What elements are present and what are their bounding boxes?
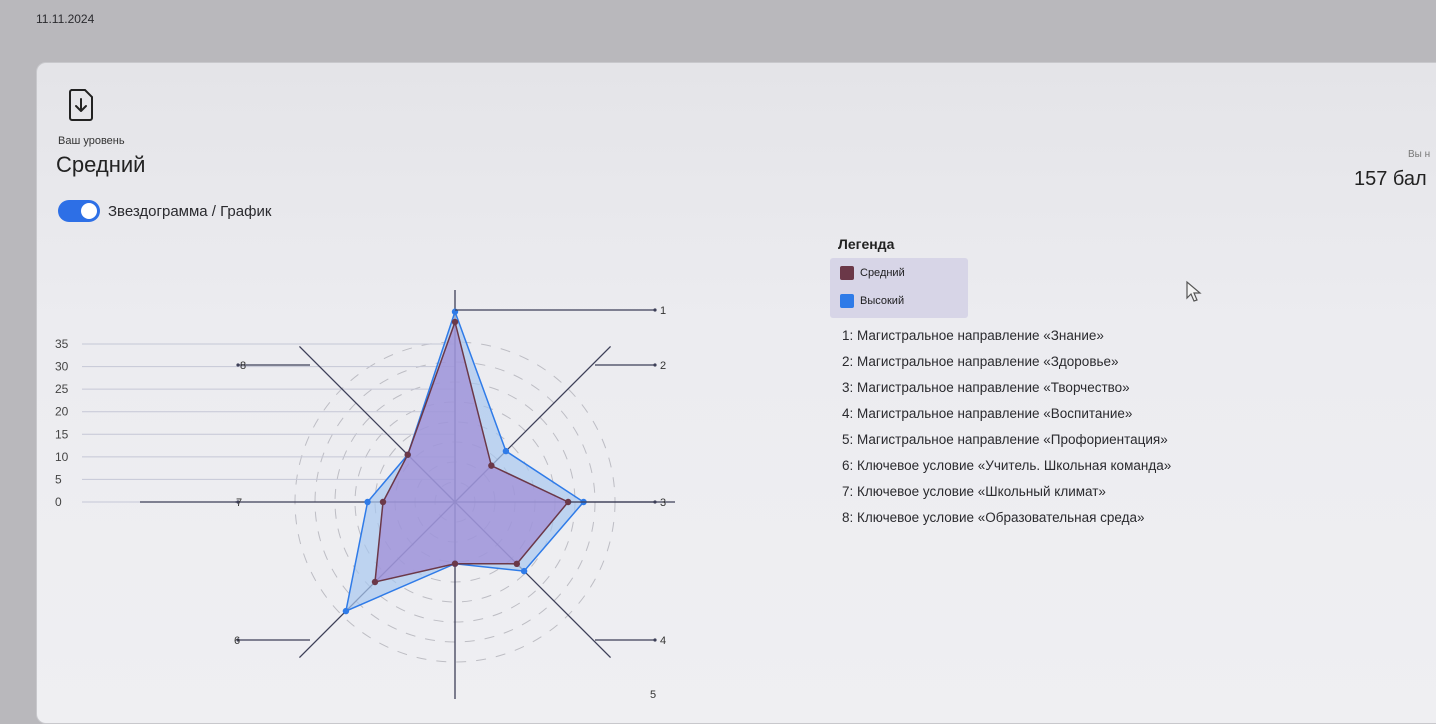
scale-tick-label: 25 [55,382,69,396]
axis-description: 7: Ключевое условие «Школьный климат» [842,484,1106,499]
data-point-medium [488,462,495,469]
legend-item-medium[interactable]: Средний [840,266,905,280]
axis-leader-dot [653,638,657,642]
axis-number-label: 3 [660,497,666,509]
data-point-medium [451,560,459,567]
scale-tick-label: 30 [55,360,69,374]
axis-leader-dot [653,500,657,504]
toggle-label: Звездограмма / График [108,202,272,220]
data-point-medium [513,560,521,568]
axis-number-label: 6 [234,635,240,647]
data-point-medium [451,318,459,326]
score-caption: Вы н [1408,149,1431,160]
legend-label-medium: Средний [860,267,905,279]
axis-number-label: 8 [240,360,246,372]
chart-view-toggle-row: Звездограмма / График [58,200,271,222]
axis-description: 2: Магистральное направление «Здоровье» [842,354,1119,369]
axis-number-label: 2 [660,360,666,372]
axis-description: 3: Магистральное направление «Творчество… [842,380,1130,395]
scale-tick-label: 10 [55,450,69,464]
mouse-cursor-icon [1186,280,1202,302]
axis-description: 4: Магистральное направление «Воспитание… [842,406,1133,421]
level-label: Ваш уровень [58,135,125,147]
download-file-icon[interactable] [66,88,96,122]
scale-tick-label: 35 [55,337,69,351]
axis-number-label: 7 [236,497,242,509]
axis-description: 1: Магистральное направление «Знание» [842,328,1104,343]
legend-swatch-high [840,294,854,308]
axis-description: 5: Магистральное направление «Профориент… [842,432,1168,447]
data-point-high [502,447,510,455]
axis-number-label: 1 [660,305,666,317]
toggle-knob [81,203,97,219]
scale-tick-label: 0 [55,495,62,509]
data-point-medium [379,498,387,506]
date-label: 11.11.2024 [36,12,95,26]
axis-description-list: 1: Магистральное направление «Знание» 2:… [842,323,1171,531]
axis-leader-dot [653,308,657,312]
legend-label-high: Высокий [860,295,905,307]
scale-tick-label: 5 [55,472,62,486]
legend-box: Средний Высокий [830,258,968,318]
legend-item-high[interactable]: Высокий [840,294,904,308]
axis-leader-dot [653,363,657,367]
data-point-medium [404,451,411,458]
axis-description: 6: Ключевое условие «Учитель. Школьная к… [842,458,1172,473]
level-value: Средний [56,152,146,177]
data-point-high [520,567,528,575]
data-point-high [342,607,350,615]
scale-tick-label: 15 [55,427,69,441]
axis-number-label: 4 [660,635,666,647]
data-point-medium [371,578,379,586]
axis-number-label: 5 [650,689,656,699]
legend-title: Легенда [838,236,895,252]
data-point-high [364,498,371,506]
score-value: 157 бал [1354,168,1427,190]
radar-chart: 35 30 25 20 15 10 5 0 1 2 3 4 5 6 7 8 [55,290,675,699]
legend-swatch-medium [840,266,854,280]
scale-tick-label: 20 [55,405,69,419]
axis-description: 8: Ключевое условие «Образовательная сре… [842,510,1145,525]
chart-view-toggle[interactable] [58,200,100,222]
